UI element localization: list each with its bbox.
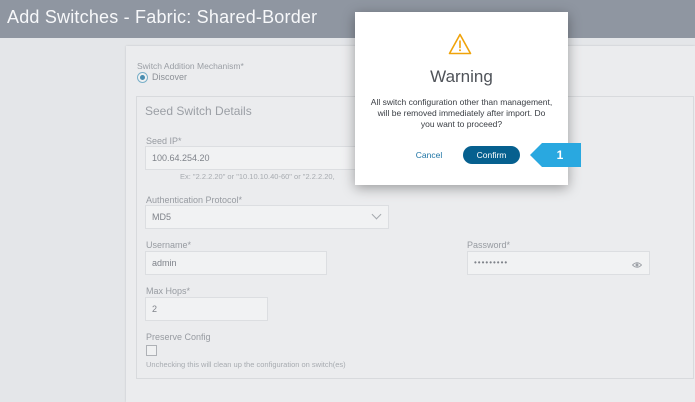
cancel-button[interactable]: Cancel [410, 148, 448, 162]
section-title: Seed Switch Details [145, 104, 252, 118]
preserve-config-checkbox[interactable] [146, 345, 157, 356]
step-callout-number: 1 [556, 148, 564, 162]
auth-protocol-label: Authentication Protocol* [146, 195, 243, 205]
username-input[interactable]: admin [145, 251, 327, 275]
seed-ip-hint: Ex: "2.2.2.20" or "10.10.10.40-60" or "2… [180, 172, 335, 181]
preserve-config-hint: Unchecking this will clean up the config… [146, 360, 346, 369]
warning-icon [448, 33, 472, 55]
discover-radio[interactable] [137, 72, 148, 83]
page-title: Add Switches - Fabric: Shared-Border [7, 7, 318, 27]
dialog-message: All switch configuration other than mana… [370, 97, 553, 129]
auth-protocol-select[interactable]: MD5 [145, 205, 389, 229]
seed-ip-label: Seed IP* [146, 136, 182, 146]
max-hops-input[interactable]: 2 [145, 297, 268, 321]
seed-ip-input[interactable]: 100.64.254.20 [145, 146, 360, 170]
password-input[interactable]: ••••••••• [467, 251, 650, 275]
discover-radio-label[interactable]: Discover [152, 72, 187, 82]
eye-icon[interactable] [632, 260, 642, 270]
max-hops-label: Max Hops* [146, 286, 191, 296]
password-label: Password* [467, 240, 511, 250]
mechanism-label: Switch Addition Mechanism* [137, 61, 244, 71]
username-label: Username* [146, 240, 192, 250]
preserve-config-label: Preserve Config [146, 332, 211, 342]
dialog-title: Warning [430, 67, 493, 86]
confirm-button[interactable]: Confirm [463, 146, 520, 164]
page-header: Add Switches - Fabric: Shared-Border [0, 0, 695, 38]
